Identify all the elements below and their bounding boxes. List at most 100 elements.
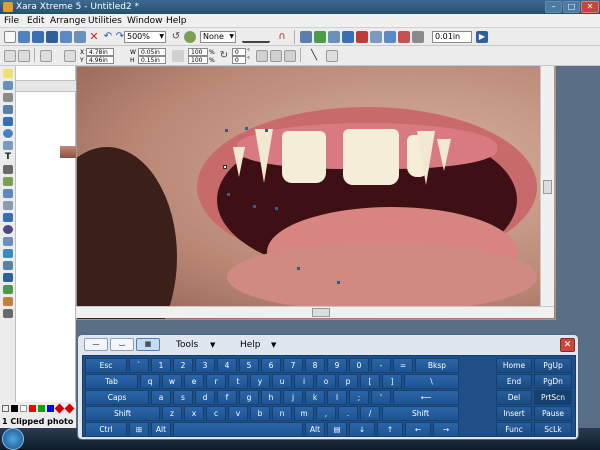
ungroup-icon[interactable] [314,31,326,43]
quality-icon[interactable] [184,31,196,43]
color-swatch[interactable] [29,405,36,412]
space-key[interactable] [173,422,303,437]
key[interactable]: k [305,390,325,405]
transparency-tool-icon[interactable] [3,177,13,186]
key[interactable]: \ [404,374,459,389]
key[interactable]: ScLk [534,422,572,437]
selection-handle[interactable] [297,267,300,270]
key[interactable]: s [173,390,193,405]
key[interactable]: l [327,390,347,405]
horizontal-scrollbar[interactable] [76,306,554,318]
delete-icon[interactable]: ✕ [88,31,100,43]
shadow-tool-icon[interactable] [3,189,13,198]
key[interactable]: Esc [85,358,127,373]
skew-field[interactable]: 0 [232,56,246,64]
key[interactable]: q [140,374,160,389]
push-tool-icon[interactable] [3,309,13,318]
key[interactable]: Del [496,390,532,405]
send-back-icon[interactable] [342,31,354,43]
subtract-icon[interactable] [398,31,410,43]
key[interactable]: ; [349,390,369,405]
undo-icon[interactable]: ↶ [102,31,114,43]
start-button[interactable] [2,428,24,450]
import-icon[interactable] [60,31,72,43]
menu-key[interactable]: ▤ [327,422,347,437]
key[interactable]: 5 [239,358,259,373]
key[interactable]: ] [382,374,402,389]
key[interactable]: Tab [85,374,138,389]
selection-handle[interactable] [223,165,227,169]
flip-vertical-icon[interactable] [270,50,282,62]
combine-icon[interactable] [356,31,368,43]
key[interactable]: Caps [85,390,149,405]
key[interactable]: 6 [261,358,281,373]
new-template-icon[interactable] [18,31,30,43]
scrollbar-thumb[interactable] [543,180,552,194]
feather-tool-icon[interactable] [3,261,13,270]
new-document-icon[interactable] [4,31,16,43]
key[interactable]: Shift [85,406,160,421]
extrude-tool-icon[interactable] [3,249,13,258]
key[interactable]: m [294,406,314,421]
keyboard-menu-help[interactable]: Help [240,339,261,351]
key[interactable]: v [228,406,248,421]
key[interactable]: 1 [151,358,171,373]
shape-editor-tool-icon[interactable] [3,93,13,102]
key[interactable]: 4 [217,358,237,373]
photo-tool-icon[interactable] [3,273,13,282]
key[interactable]: Shift [382,406,459,421]
quickshape-tool-icon[interactable] [3,141,13,150]
intersect-icon[interactable] [370,31,382,43]
text-tool-icon[interactable]: T [3,153,13,162]
key[interactable]: / [360,406,380,421]
arrange-icon[interactable] [326,50,338,62]
key[interactable]: Pause [534,406,572,421]
key[interactable]: u [272,374,292,389]
export-icon[interactable] [74,31,86,43]
key[interactable]: = [393,358,413,373]
selection-handle[interactable] [253,205,256,208]
maximize-button[interactable]: □ [563,1,580,13]
color-swatch[interactable] [47,405,54,412]
bevel-tool-icon[interactable] [3,201,13,210]
slice-icon[interactable] [384,31,396,43]
menu-edit[interactable]: Edit [25,15,46,27]
quality-field[interactable]: None ▼ [200,31,236,43]
key[interactable]: ' [371,390,391,405]
key[interactable]: ↓ [349,422,375,437]
document-canvas[interactable] [76,66,556,320]
key[interactable]: ` [129,358,149,373]
nudge-size-field[interactable]: 0.01in [432,31,472,43]
key[interactable]: x [184,406,204,421]
key[interactable]: ↑ [377,422,403,437]
color-swatch[interactable] [20,405,27,412]
key[interactable]: b [250,406,270,421]
key[interactable]: f [217,390,237,405]
bring-front-icon[interactable] [328,31,340,43]
key[interactable]: 3 [195,358,215,373]
key[interactable]: PrtScn [534,390,572,405]
fill-tool-icon[interactable] [3,165,13,174]
menu-arrange[interactable]: Arrange [48,15,88,27]
key[interactable]: p [338,374,358,389]
key[interactable]: Insert [496,406,532,421]
key[interactable]: PgDn [534,374,572,389]
key[interactable]: d [195,390,215,405]
scale-lines-icon[interactable] [284,50,296,62]
key[interactable]: z [162,406,182,421]
x-position-field[interactable]: 4.78in [86,48,114,56]
key[interactable]: - [371,358,391,373]
key[interactable]: i [294,374,314,389]
key[interactable]: End [496,374,532,389]
flip-horizontal-icon[interactable] [256,50,268,62]
menu-utilities[interactable]: Utilities [86,15,124,27]
zoom-field[interactable]: 500% ▼ [124,31,166,43]
key[interactable]: j [283,390,303,405]
key[interactable]: r [206,374,226,389]
selector-options-icon[interactable] [4,50,16,62]
key[interactable]: g [239,390,259,405]
ellipse-tool-icon[interactable] [3,129,13,138]
keyboard-mode-web-icon[interactable]: ⌴ [110,338,134,351]
selection-handle[interactable] [337,281,340,284]
keyboard-menu-tools[interactable]: Tools [176,339,198,351]
